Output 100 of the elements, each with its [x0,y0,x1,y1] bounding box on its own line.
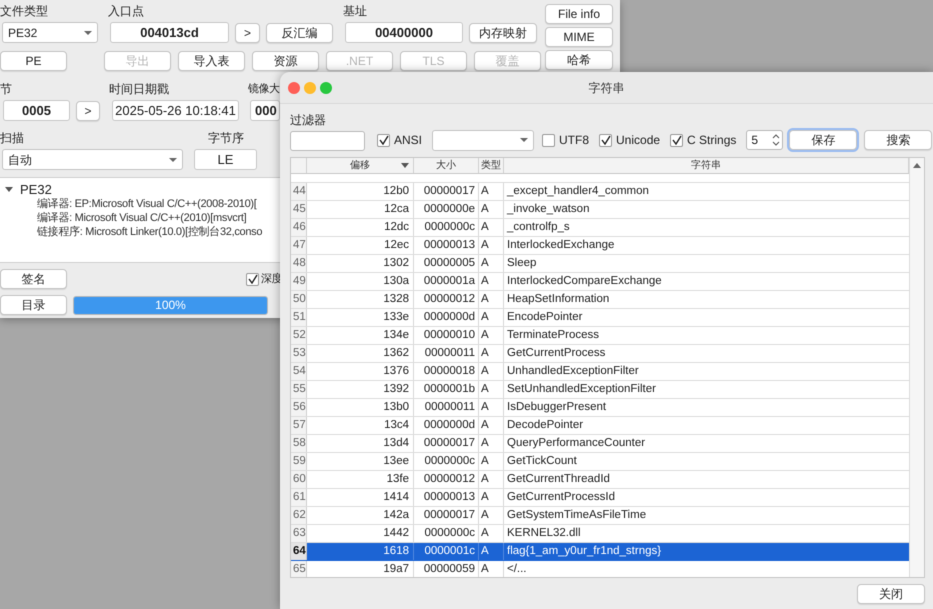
table-row[interactable]: 49 130a 0000001a A InterlockedCompareExchange [291,273,909,291]
column-header[interactable]: 偏移 [307,158,414,173]
table-row[interactable]: 45 12ca 0000000e A _invoke_watson [291,201,909,219]
table-row[interactable]: 56 13b0 00000011 A IsDebuggerPresent [291,399,909,417]
table-cell: A [479,525,504,542]
timestamp-field[interactable]: 2025-05-26 10:18:41 [112,100,239,121]
button[interactable]: 关闭 [857,584,925,604]
table-row[interactable]: 60 13fe 00000012 A GetCurrentThreadId [291,471,909,489]
table-cell: 13ee [307,453,414,470]
table-cell: 00000059 [414,561,479,577]
field-label: 扫描 [0,130,25,147]
table-cell-text: UnhandledExceptionFilter [506,364,640,379]
min-length-spinner[interactable]: 5 [746,130,784,150]
table-cell: 1618 [307,543,414,560]
checkbox[interactable] [542,134,556,146]
endianness-field[interactable]: LE [194,149,257,170]
table-cell: A [479,255,504,272]
table-cell: 0000000d [414,309,479,326]
button[interactable]: > [76,100,100,120]
row-number: 57 [291,417,307,434]
button[interactable]: > [235,22,260,42]
table-cell-text: GetCurrentProcessId [506,490,616,505]
table-row[interactable]: 64 1618 0000001c A flag{1_am_y0ur_fr1nd_strngs} [291,543,909,561]
section-field[interactable]: 0005 [3,100,70,121]
tree-item[interactable]: 编译器: EP:Microsoft Visual C/C++(2008-2010)[ [37,197,257,211]
row-number: 48 [291,255,307,272]
table-cell: 1328 [307,291,414,308]
minimize-window-button[interactable] [304,82,316,94]
table-cell: 13d4 [307,435,414,452]
table-cell: 13c4 [307,417,414,434]
row-number: 44 [291,183,307,200]
table-row[interactable]: 50 1328 00000012 A HeapSetInformation [291,291,909,309]
table-cell: 12ca [307,201,414,218]
button[interactable]: PE [0,51,67,71]
table-row[interactable]: 62 142a 00000017 A GetSystemTimeAsFileTime [291,507,909,525]
table-row[interactable]: 54 1376 00000018 A UnhandledExceptionFilter [291,363,909,381]
table-cell-text: IsDebuggerPresent [506,400,608,415]
table-cell: A [479,561,504,577]
table-row[interactable]: 52 134e 00000010 A TerminateProcess [291,327,909,345]
table-cell: A [479,345,504,362]
file-type-dropdown[interactable]: PE32 [2,22,98,43]
zoom-window-button[interactable] [320,82,332,94]
button[interactable]: 保存 [789,130,858,150]
table-cell-text: InterlockedExchange [506,238,616,253]
table-row[interactable]: 55 1392 0000001b A SetUnhandledExceptionFilter [291,381,909,399]
table-cell: 00000013 [414,237,479,254]
table-row[interactable]: 48 1302 00000005 A Sleep [291,255,909,273]
table-row[interactable]: 51 133e 0000000d A EncodePointer [291,309,909,327]
table-cell-text: QueryPerformanceCounter [506,436,646,451]
button[interactable]: 内存映射 [469,22,537,42]
button[interactable]: 哈希 [545,50,613,70]
table-row[interactable]: 53 1362 00000011 A GetCurrentProcess [291,345,909,363]
scan-mode-dropdown[interactable]: 自动 [2,149,183,170]
button[interactable]: 签名 [0,269,67,289]
image-size-field[interactable]: 000 [250,100,280,121]
table-row[interactable]: 61 1414 00000013 A GetCurrentProcessId [291,489,909,507]
table-cell: A [479,453,504,470]
encoding-dropdown[interactable] [432,130,534,150]
button[interactable]: 反汇编 [266,22,333,42]
table-cell-text: EncodePointer [506,310,584,325]
table-row[interactable]: 65 19a7 00000059 A </... [291,561,909,577]
base-address-field[interactable]: 00400000 [345,22,463,43]
button[interactable]: File info [545,4,613,24]
checkbox[interactable] [670,134,684,146]
table-cell-text: flag{1_am_y0ur_fr1nd_strngs} [506,544,662,559]
close-window-button[interactable] [288,82,300,94]
checkbox[interactable] [599,134,612,146]
tree-item[interactable]: 编译器: Microsoft Visual C/C++(2010)[msvcrt] [37,211,246,225]
table-cell: 13fe [307,471,414,488]
table-row[interactable]: 44 12b0 00000017 A _except_handler4_common [291,183,909,201]
table-cell: A [479,471,504,488]
table-cell: 00000018 [414,363,479,380]
column-header[interactable]: 大小 [414,158,479,173]
table-cell: 0000000c [414,525,479,542]
table-row[interactable]: 47 12ec 00000013 A InterlockedExchange [291,237,909,255]
row-number: 61 [291,489,307,506]
table-row[interactable]: 59 13ee 0000000c A GetTickCount [291,453,909,471]
button[interactable]: 目录 [0,295,67,315]
table-row[interactable]: 58 13d4 00000017 A QueryPerformanceCounter [291,435,909,453]
table-cell: 1362 [307,345,414,362]
table-cell: 1414 [307,489,414,506]
column-header[interactable]: 类型 [479,158,504,173]
tree-item[interactable]: 链接程序: Microsoft Linker(10.0)[控制台32,conso [37,225,262,239]
button[interactable]: 资源 [252,51,319,71]
checkbox[interactable] [246,272,259,286]
entry-point-field[interactable]: 004013cd [110,22,229,43]
table-cell: 13b0 [307,399,414,416]
checkbox[interactable] [377,134,390,146]
button[interactable]: 搜索 [864,130,932,150]
scrollbar[interactable] [909,158,924,577]
button[interactable]: MIME [545,27,613,47]
filter-field[interactable] [290,131,365,151]
field-label: 字节序 [208,130,244,147]
table-cell: 00000017 [414,507,479,524]
table-row[interactable]: 46 12dc 0000000c A _controlfp_s [291,219,909,237]
button[interactable]: 导入表 [178,51,245,71]
tree-item[interactable]: PE32 [20,180,52,200]
table-cell: A [479,507,504,524]
table-row[interactable]: 57 13c4 0000000d A DecodePointer [291,417,909,435]
row-number: 46 [291,219,307,236]
